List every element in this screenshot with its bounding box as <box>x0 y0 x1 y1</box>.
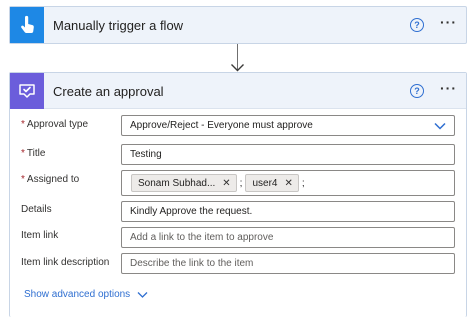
assigned-to-label-text: Assigned to <box>26 174 80 185</box>
help-icon[interactable]: ? <box>410 84 424 98</box>
chevron-down-icon <box>137 291 148 298</box>
details-value: Kindly Approve the request. <box>130 206 253 217</box>
remove-token-icon[interactable]: ✕ <box>222 178 230 189</box>
chevron-down-icon[interactable] <box>434 121 446 131</box>
item-link-placeholder: Add a link to the item to approve <box>130 232 274 243</box>
assigned-to-label: * Assigned to <box>21 174 79 185</box>
title-value: Testing <box>130 149 162 160</box>
item-link-label: Item link <box>21 230 59 241</box>
approval-header[interactable]: Create an approval ? ··· <box>10 73 466 109</box>
item-link-description-placeholder: Describe the link to the item <box>130 258 254 269</box>
details-label: Details <box>21 204 52 215</box>
approval-title: Create an approval <box>53 84 164 99</box>
title-label-text: Title <box>26 148 46 159</box>
assignee-token-label: user4 <box>252 177 278 189</box>
title-label: * Title <box>21 148 45 159</box>
arrow-down-icon <box>231 64 244 72</box>
help-icon[interactable]: ? <box>410 18 424 32</box>
assignee-token[interactable]: Sonam Subhad... ✕ <box>131 174 237 192</box>
approval-type-value: Approve/Reject - Everyone must approve <box>130 120 313 131</box>
more-options-icon[interactable]: ··· <box>440 14 457 30</box>
token-separator: ; <box>301 177 305 189</box>
item-link-input[interactable]: Add a link to the item to approve <box>121 227 455 248</box>
trigger-card[interactable]: Manually trigger a flow ? ··· <box>9 6 467 44</box>
item-link-description-input[interactable]: Describe the link to the item <box>121 253 455 274</box>
more-options-icon[interactable]: ··· <box>440 80 457 96</box>
assignee-token-label: Sonam Subhad... <box>138 177 216 189</box>
required-marker: * <box>21 174 25 185</box>
approval-type-dropdown[interactable]: Approve/Reject - Everyone must approve <box>121 115 455 136</box>
assignee-token[interactable]: user4 ✕ <box>245 174 299 192</box>
remove-token-icon[interactable]: ✕ <box>284 178 292 189</box>
touch-hand-icon <box>10 7 44 43</box>
assigned-to-input[interactable]: Sonam Subhad... ✕ ; user4 ✕ ; <box>121 170 455 196</box>
item-link-description-label: Item link description <box>21 257 110 268</box>
approval-icon <box>10 73 44 109</box>
show-advanced-options-link[interactable]: Show advanced options <box>24 289 148 300</box>
approval-type-label: * Approval type <box>21 119 88 130</box>
approval-type-label-text: Approval type <box>26 119 89 130</box>
required-marker: * <box>21 148 25 159</box>
required-marker: * <box>21 119 25 130</box>
details-input[interactable]: Kindly Approve the request. <box>121 201 455 222</box>
show-advanced-options-label: Show advanced options <box>24 289 131 300</box>
trigger-title: Manually trigger a flow <box>53 18 184 33</box>
title-input[interactable]: Testing <box>121 144 455 165</box>
token-separator: ; <box>239 177 243 189</box>
approval-card: Create an approval ? ··· * Approval type … <box>9 72 467 317</box>
